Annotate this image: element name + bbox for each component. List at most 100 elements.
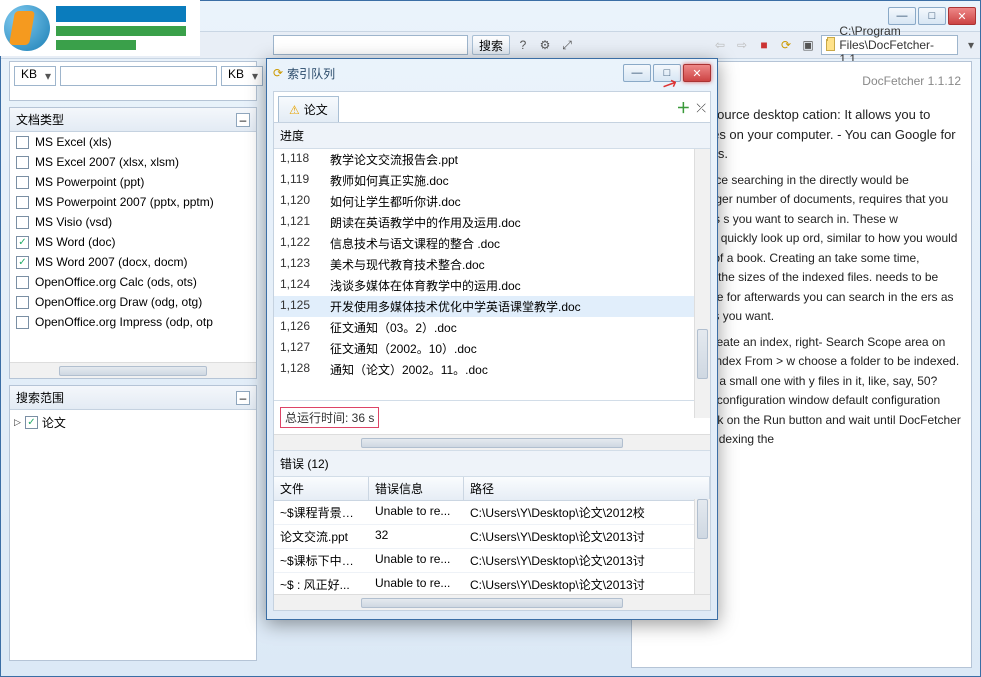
gear-icon[interactable]: ⚙	[536, 36, 554, 54]
panel-minimize-icon[interactable]: –	[236, 113, 250, 127]
open-external-icon[interactable]: ▣	[799, 36, 817, 54]
scope-checkbox[interactable]: ✓	[25, 416, 38, 429]
path-field[interactable]: C:\Program Files\DocFetcher-1.1...	[821, 35, 958, 55]
type-checkbox[interactable]	[16, 196, 29, 209]
error-row[interactable]: ~$ : 风正好...Unable to re...C:\Users\Y\Des…	[274, 573, 710, 594]
forward-icon[interactable]: ⇨	[733, 36, 751, 54]
type-checkbox[interactable]	[16, 276, 29, 289]
type-checkbox[interactable]	[16, 296, 29, 309]
row-filename: 开发使用多媒体技术优化中学英语课堂教学.doc	[330, 298, 581, 315]
tree-expand-icon[interactable]: ▷	[14, 417, 21, 428]
type-item[interactable]: MS Powerpoint 2007 (pptx, pptm)	[10, 192, 256, 212]
progress-row[interactable]: 1,119教师如何真正实施.doc	[274, 170, 710, 191]
errors-vscroll[interactable]	[694, 499, 710, 594]
progress-row[interactable]: 1,126征文通知（03。2）.doc	[274, 317, 710, 338]
dialog-minimize-button[interactable]: —	[623, 64, 651, 82]
type-checkbox[interactable]	[16, 176, 29, 189]
err-file: ~$课标下中学...	[274, 549, 369, 573]
progress-row[interactable]: 1,127 征文通知（2002。10）.doc	[274, 338, 710, 359]
refresh-icon[interactable]: ⟳	[777, 36, 795, 54]
progress-hscroll[interactable]	[274, 434, 710, 450]
queue-icon: ⟳	[273, 66, 283, 80]
col-file[interactable]: 文件	[274, 477, 369, 501]
index-queue-dialog: ⟳索引队列 — □ ✕ ⚠ 论文 ＋ ⤫ 进度 1,118教学论文交流报告会.p…	[266, 58, 718, 620]
type-item[interactable]: MS Excel (xls)	[10, 132, 256, 152]
type-item[interactable]: MS Excel 2007 (xlsx, xlsm)	[10, 152, 256, 172]
scope-tree-item[interactable]: ▷ ✓ 论文	[14, 414, 252, 431]
type-item[interactable]: ✓MS Word (doc)	[10, 232, 256, 252]
type-label: MS Powerpoint (ppt)	[35, 175, 144, 189]
type-label: MS Powerpoint 2007 (pptx, pptm)	[35, 195, 214, 209]
path-text: C:\Program Files\DocFetcher-1.1...	[839, 24, 953, 66]
row-filename: 征文通知（2002。10）.doc	[330, 340, 477, 357]
type-item[interactable]: MS Powerpoint (ppt)	[10, 172, 256, 192]
err-path: C:\Users\Y\Desktop\论文\2012校	[464, 501, 710, 525]
type-checkbox[interactable]	[16, 316, 29, 329]
type-checkbox[interactable]	[16, 216, 29, 229]
type-item[interactable]: OpenOffice.org Impress (odp, otp	[10, 312, 256, 332]
col-path[interactable]: 路径	[464, 477, 710, 501]
type-checkbox[interactable]: ✓	[16, 236, 29, 249]
err-info: 32	[369, 525, 464, 549]
size-panel: KB KB	[9, 61, 257, 101]
err-file: ~$ : 风正好...	[274, 573, 369, 594]
close-button[interactable]: ✕	[948, 7, 976, 25]
err-file: 论文交流.ppt	[274, 525, 369, 549]
types-hscroll[interactable]	[10, 362, 256, 378]
help-icon[interactable]: ?	[514, 36, 532, 54]
row-filename: 通知（论文）2002。11。.doc	[330, 361, 488, 378]
search-button[interactable]: 搜索	[472, 35, 510, 55]
err-path: C:\Users\Y\Desktop\论文\2013讨	[464, 525, 710, 549]
type-label: OpenOffice.org Draw (odg, otg)	[35, 295, 202, 309]
type-checkbox[interactable]: ✓	[16, 256, 29, 269]
size-unit-a[interactable]: KB	[14, 66, 56, 86]
error-row[interactable]: 论文交流.ppt32C:\Users\Y\Desktop\论文\2013讨	[274, 525, 710, 549]
col-info[interactable]: 错误信息	[369, 477, 464, 501]
type-item[interactable]: ✓MS Word 2007 (docx, docm)	[10, 252, 256, 272]
total-runtime: 总运行时间: 36 s	[280, 407, 379, 428]
errors-hscroll[interactable]	[274, 594, 710, 610]
expand-icon[interactable]: ⤢	[558, 36, 576, 54]
size-max-input[interactable]	[60, 66, 217, 86]
progress-row[interactable]: 1,125 开发使用多媒体技术优化中学英语课堂教学.doc	[274, 296, 710, 317]
tab-lunwen[interactable]: ⚠ 论文	[278, 96, 339, 122]
folder-icon	[826, 39, 835, 51]
type-item[interactable]: OpenOffice.org Calc (ods, ots)	[10, 272, 256, 292]
type-item[interactable]: OpenOffice.org Draw (odg, otg)	[10, 292, 256, 312]
minimize-button[interactable]: —	[888, 7, 916, 25]
progress-row[interactable]: 1,124 浅谈多媒体在体育教学中的运用.doc	[274, 275, 710, 296]
types-panel: 文档类型 – MS Excel (xls)MS Excel 2007 (xlsx…	[9, 107, 257, 379]
close-tab-icon[interactable]: ⤫	[696, 101, 706, 116]
type-checkbox[interactable]	[16, 156, 29, 169]
progress-vscroll[interactable]	[694, 149, 710, 418]
error-row[interactable]: ~$课程背景下...Unable to re...C:\Users\Y\Desk…	[274, 501, 710, 525]
row-number: 1,127	[280, 340, 324, 357]
row-number: 1,125	[280, 298, 324, 315]
back-icon[interactable]: ⇦	[711, 36, 729, 54]
progress-row[interactable]: 1,121朗读在英语教学中的作用及运用.doc	[274, 212, 710, 233]
err-info: Unable to re...	[369, 549, 464, 573]
progress-row[interactable]: 1,123美术与现代教育技术整合.doc	[274, 254, 710, 275]
search-input[interactable]	[273, 35, 468, 55]
errors-header: 文件 错误信息 路径	[274, 477, 710, 501]
type-checkbox[interactable]	[16, 136, 29, 149]
dropdown-icon[interactable]: ▾	[962, 36, 980, 54]
panel-minimize-icon[interactable]: –	[236, 391, 250, 405]
row-filename: 如何让学生都听你讲.doc	[330, 193, 461, 210]
err-path: C:\Users\Y\Desktop\论文\2013讨	[464, 549, 710, 573]
maximize-button[interactable]: □	[918, 7, 946, 25]
add-tab-icon[interactable]: ＋	[676, 98, 690, 118]
type-item[interactable]: MS Visio (vsd)	[10, 212, 256, 232]
dialog-titlebar: ⟳索引队列 — □ ✕	[267, 59, 717, 87]
progress-row[interactable]: 1,122信息技术与语文课程的整合 .doc	[274, 233, 710, 254]
row-filename: 教学论文交流报告会.ppt	[330, 151, 458, 168]
stop-icon[interactable]: ■	[755, 36, 773, 54]
progress-row[interactable]: 1,120如何让学生都听你讲.doc	[274, 191, 710, 212]
row-number: 1,128	[280, 361, 324, 378]
progress-row[interactable]: 1,118教学论文交流报告会.ppt	[274, 149, 710, 170]
error-row[interactable]: ~$课标下中学...Unable to re...C:\Users\Y\Desk…	[274, 549, 710, 573]
progress-row[interactable]: 1,128 通知（论文）2002。11。.doc	[274, 359, 710, 380]
dialog-close-button[interactable]: ✕	[683, 64, 711, 82]
size-unit-b[interactable]: KB	[221, 66, 263, 86]
dialog-maximize-button[interactable]: □	[653, 64, 681, 82]
